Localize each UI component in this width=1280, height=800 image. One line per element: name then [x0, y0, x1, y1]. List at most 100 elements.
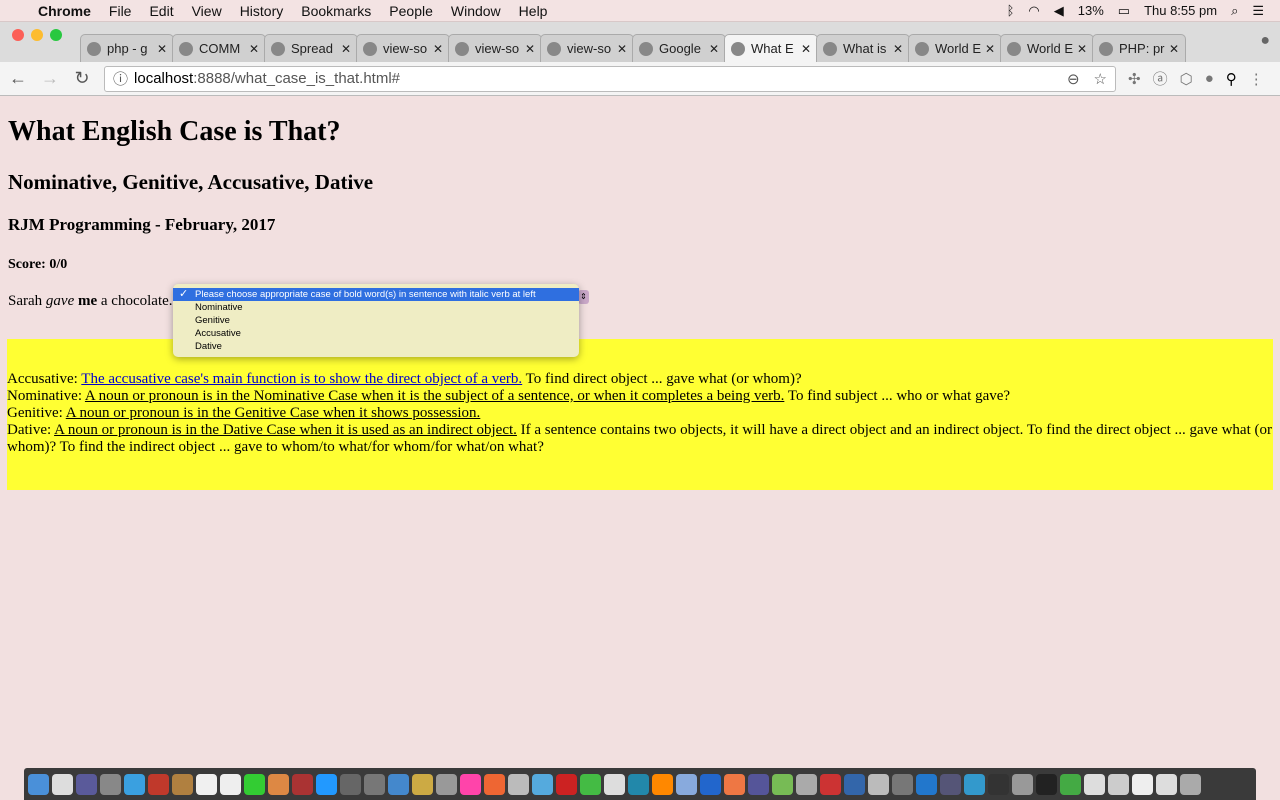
reload-button[interactable]: ↻: [72, 68, 92, 89]
address-bar[interactable]: ⓘ localhost:8888/what_case_is_that.html#…: [104, 65, 1116, 92]
close-tab-icon[interactable]: ✕: [525, 42, 535, 56]
menu-app[interactable]: Chrome: [38, 3, 91, 19]
wifi-icon[interactable]: ◠: [1028, 3, 1039, 19]
menu-window[interactable]: Window: [451, 3, 501, 19]
battery-percent[interactable]: 13%: [1078, 3, 1104, 18]
dock-app-icon[interactable]: [796, 773, 817, 795]
dock-app-icon[interactable]: [196, 773, 217, 795]
close-tab-icon[interactable]: ✕: [341, 42, 351, 56]
dock-app-icon[interactable]: [1084, 773, 1105, 795]
menu-view[interactable]: View: [192, 3, 222, 19]
dock-app-icon[interactable]: [316, 773, 337, 795]
bluetooth-icon[interactable]: ᛒ: [1007, 3, 1015, 18]
extension-icon[interactable]: ✣: [1128, 70, 1141, 88]
dock-app-icon[interactable]: [268, 773, 289, 795]
close-tab-icon[interactable]: ✕: [985, 42, 995, 56]
dock-app-icon[interactable]: [508, 773, 529, 795]
dock-app-icon[interactable]: [172, 773, 193, 795]
dock-app-icon[interactable]: [820, 773, 841, 795]
dock-app-icon[interactable]: [580, 773, 601, 795]
dock-app-icon[interactable]: [28, 773, 49, 795]
menu-history[interactable]: History: [240, 3, 284, 19]
tab[interactable]: view-so ✕: [448, 34, 542, 62]
dock-app-icon[interactable]: [436, 773, 457, 795]
case-definition-link[interactable]: A noun or pronoun is in the Genitive Cas…: [66, 405, 481, 421]
extension-icon[interactable]: ●: [1205, 70, 1214, 87]
tab[interactable]: Google ✕: [632, 34, 726, 62]
dock-app-icon[interactable]: [628, 773, 649, 795]
forward-button[interactable]: →: [40, 68, 60, 89]
dock-app-icon[interactable]: [76, 773, 97, 795]
dock-app-icon[interactable]: [604, 773, 625, 795]
dock-app-icon[interactable]: [412, 773, 433, 795]
tab[interactable]: COMM ✕: [172, 34, 266, 62]
minimize-window-button[interactable]: [31, 29, 43, 41]
tab[interactable]: PHP: pr ✕: [1092, 34, 1186, 62]
dock-app-icon[interactable]: [1132, 773, 1153, 795]
dock-app-icon[interactable]: [148, 773, 169, 795]
dock-app-icon[interactable]: [988, 773, 1009, 795]
clock[interactable]: Thu 8:55 pm: [1144, 3, 1217, 18]
tab[interactable]: What E ✕: [724, 34, 818, 62]
close-tab-icon[interactable]: ✕: [709, 42, 719, 56]
dock-app-icon[interactable]: [364, 773, 385, 795]
close-window-button[interactable]: [12, 29, 24, 41]
dock-app-icon[interactable]: [1036, 773, 1057, 795]
dock-app-icon[interactable]: [340, 773, 361, 795]
dock-app-icon[interactable]: [220, 773, 241, 795]
select-arrows-icon[interactable]: ⇕: [578, 290, 589, 304]
tab[interactable]: Spread ✕: [264, 34, 358, 62]
extension-icon[interactable]: ⬡: [1180, 70, 1193, 88]
close-tab-icon[interactable]: ✕: [617, 42, 627, 56]
menu-edit[interactable]: Edit: [149, 3, 173, 19]
dock-app-icon[interactable]: [940, 773, 961, 795]
dock-app-icon[interactable]: [1156, 773, 1177, 795]
volume-icon[interactable]: ◀: [1054, 3, 1064, 19]
tab[interactable]: World E ✕: [1000, 34, 1094, 62]
menu-file[interactable]: File: [109, 3, 132, 19]
zoom-icon[interactable]: ⊖: [1067, 70, 1080, 88]
case-definition-link[interactable]: The accusative case's main function is t…: [81, 371, 522, 387]
spotlight-icon[interactable]: ⌕: [1231, 3, 1238, 19]
profile-icon[interactable]: ●: [1260, 32, 1270, 50]
dock-app-icon[interactable]: [772, 773, 793, 795]
select-option[interactable]: Dative: [173, 340, 579, 353]
dock-app-icon[interactable]: [748, 773, 769, 795]
close-tab-icon[interactable]: ✕: [1077, 42, 1087, 56]
dock-app-icon[interactable]: [868, 773, 889, 795]
search-icon[interactable]: ⚲: [1226, 70, 1237, 88]
dock-app-icon[interactable]: [388, 773, 409, 795]
tab[interactable]: view-so ✕: [540, 34, 634, 62]
dock-app-icon[interactable]: [1180, 773, 1201, 795]
close-tab-icon[interactable]: ✕: [157, 42, 167, 56]
dock-app-icon[interactable]: [556, 773, 577, 795]
menu-help[interactable]: Help: [519, 3, 548, 19]
dock-app-icon[interactable]: [676, 773, 697, 795]
dock-app-icon[interactable]: [532, 773, 553, 795]
select-option[interactable]: Genitive: [173, 314, 579, 327]
bookmark-star-icon[interactable]: ☆: [1094, 70, 1107, 88]
chrome-menu-icon[interactable]: ⋮: [1249, 70, 1264, 88]
select-option[interactable]: Please choose appropriate case of bold w…: [173, 288, 579, 301]
dock-app-icon[interactable]: [100, 773, 121, 795]
dock-app-icon[interactable]: [700, 773, 721, 795]
tab[interactable]: World E ✕: [908, 34, 1002, 62]
dock-app-icon[interactable]: [484, 773, 505, 795]
menu-bookmarks[interactable]: Bookmarks: [301, 3, 371, 19]
menu-people[interactable]: People: [389, 3, 433, 19]
dock-app-icon[interactable]: [916, 773, 937, 795]
extension-icon[interactable]: ⓐ: [1153, 68, 1168, 89]
info-icon[interactable]: ⓘ: [113, 68, 128, 89]
dock-app-icon[interactable]: [892, 773, 913, 795]
dock-app-icon[interactable]: [652, 773, 673, 795]
tab[interactable]: php - g ✕: [80, 34, 174, 62]
dock-app-icon[interactable]: [460, 773, 481, 795]
case-definition-link[interactable]: A noun or pronoun is in the Dative Case …: [54, 422, 517, 438]
case-definition-link[interactable]: A noun or pronoun is in the Nominative C…: [85, 388, 784, 404]
notification-center-icon[interactable]: ☰: [1252, 3, 1264, 19]
select-option[interactable]: Nominative: [173, 301, 579, 314]
case-select-dropdown[interactable]: Please choose appropriate case of bold w…: [173, 284, 579, 357]
dock-app-icon[interactable]: [844, 773, 865, 795]
tab[interactable]: view-so ✕: [356, 34, 450, 62]
close-tab-icon[interactable]: ✕: [1169, 42, 1179, 56]
